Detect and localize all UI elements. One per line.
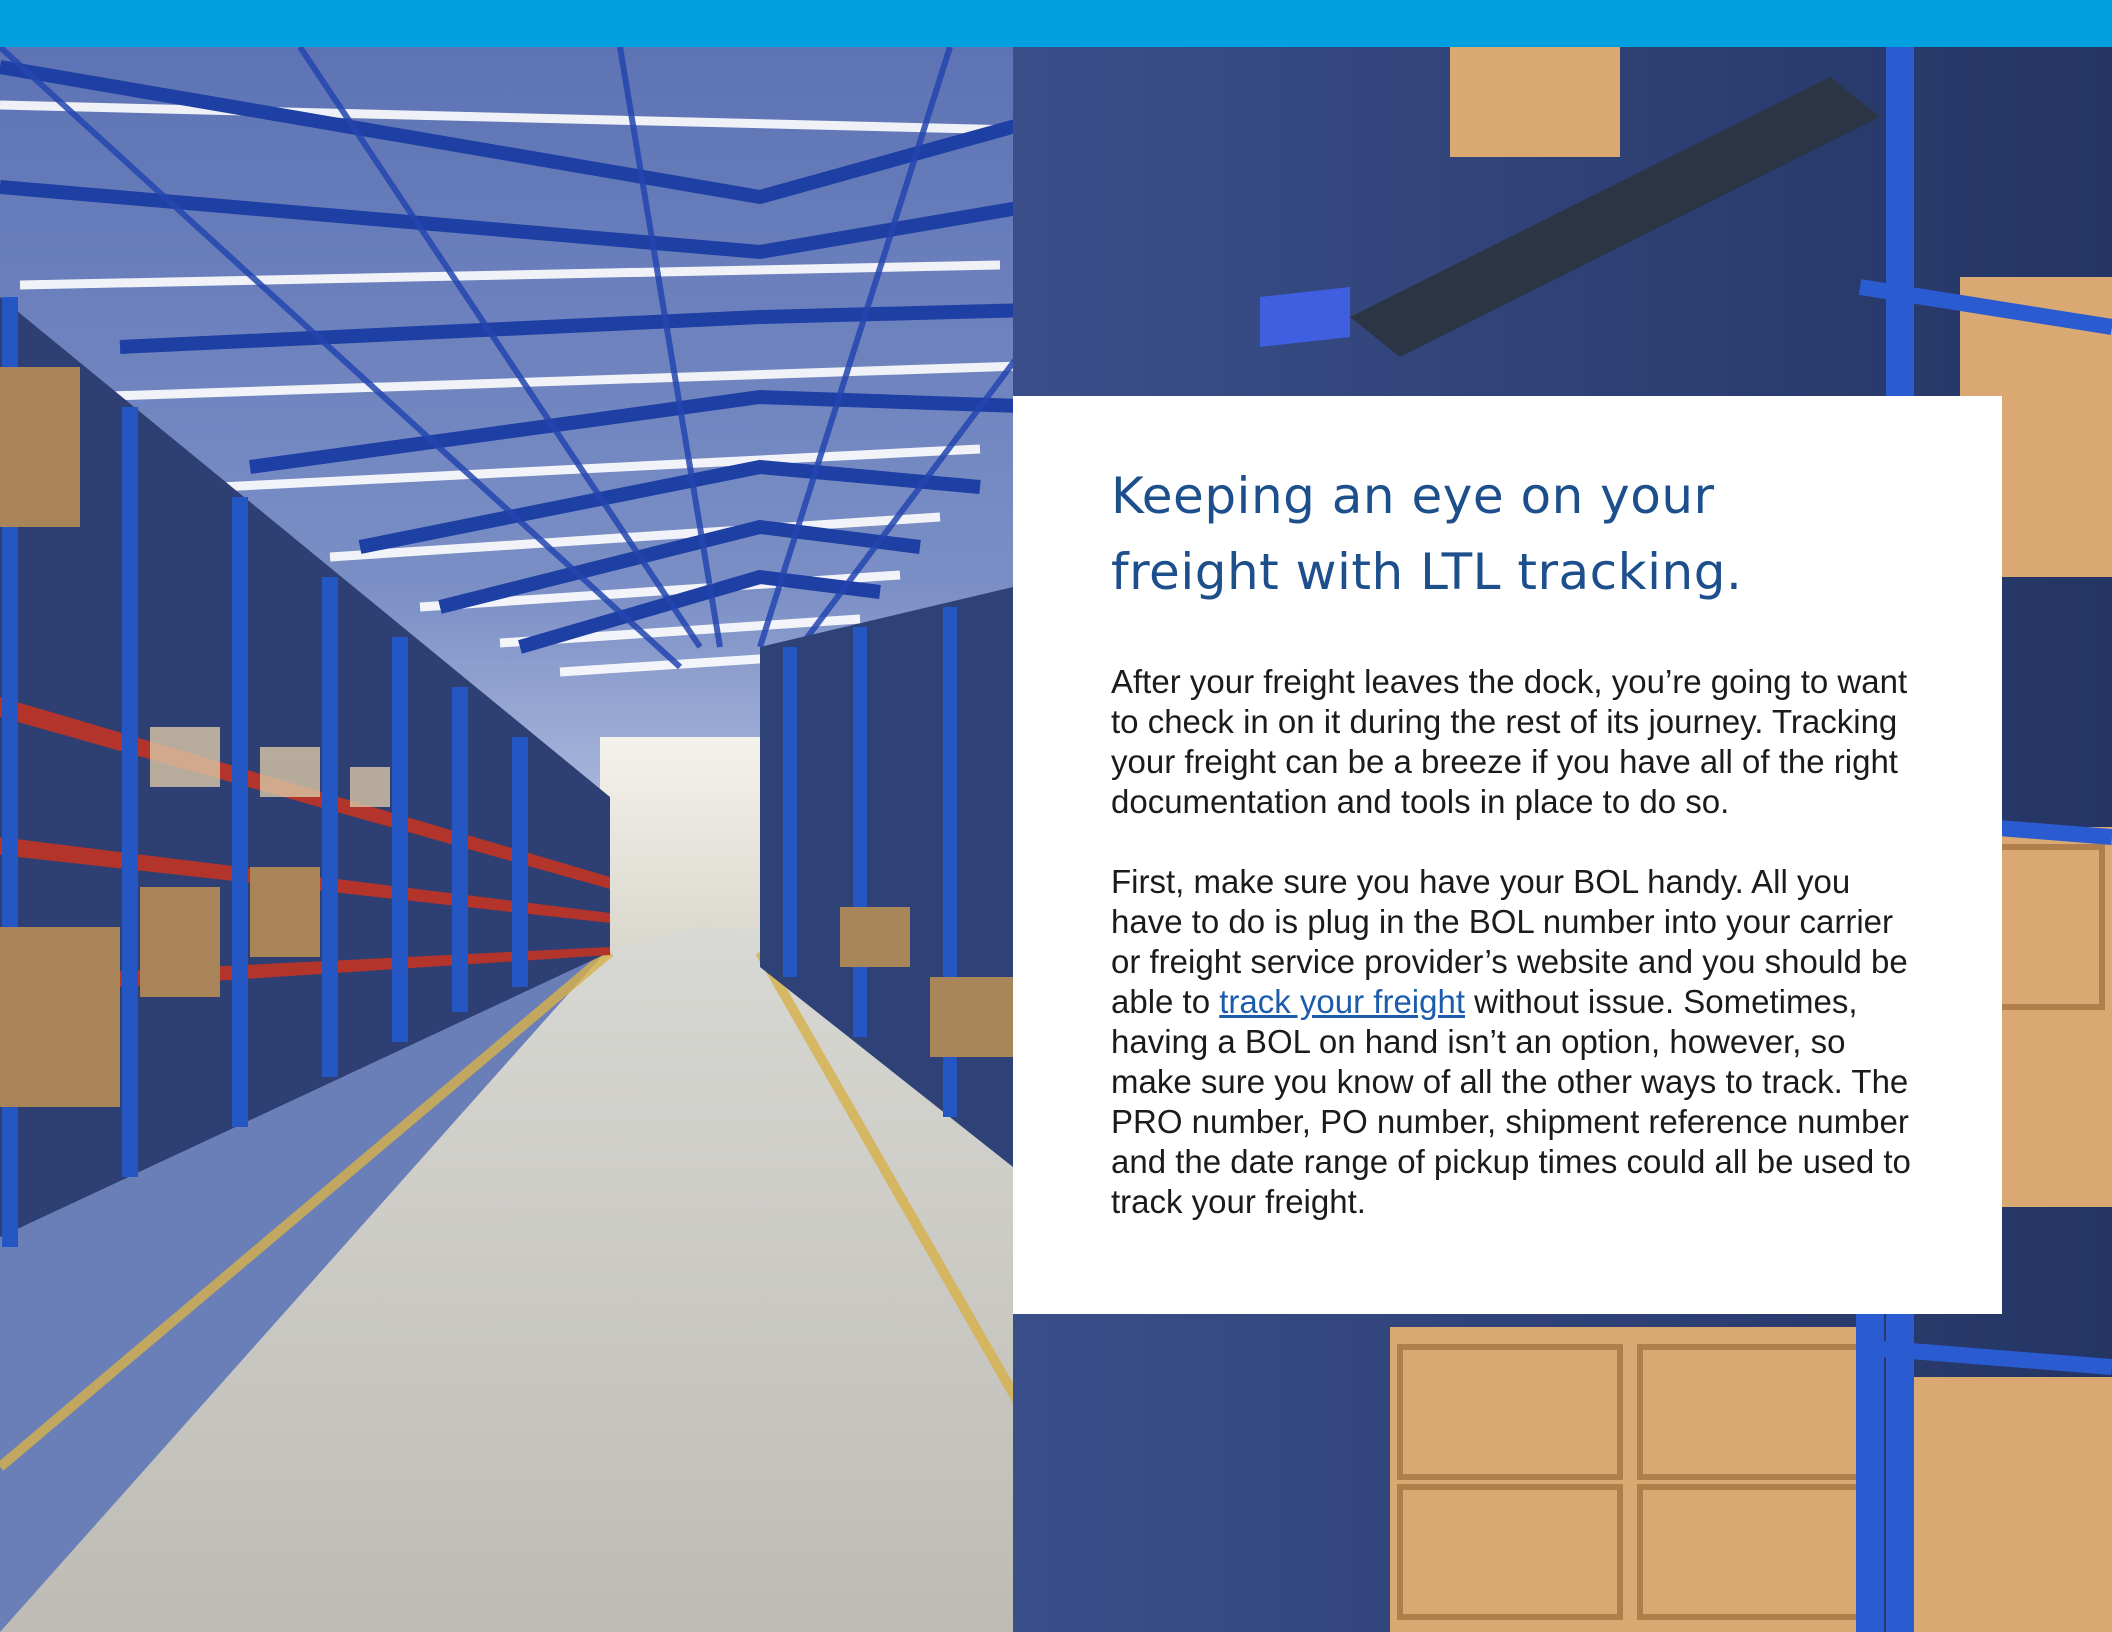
track-your-freight-link[interactable]: track your freight: [1219, 983, 1465, 1020]
article-card: Keeping an eye on your freight with LTL …: [1013, 396, 2002, 1314]
top-accent-bar: [0, 0, 2112, 47]
article-paragraph-2: First, make sure you have your BOL handy…: [1111, 862, 1922, 1222]
article-title-line-1: Keeping an eye on your: [1111, 467, 1715, 525]
article-title-line-2: freight with LTL tracking.: [1111, 543, 1743, 601]
article-paragraph-1: After your freight leaves the dock, you’…: [1111, 663, 1908, 820]
page: Keeping an eye on your freight with LTL …: [0, 0, 2112, 1632]
article-title: Keeping an eye on your freight with LTL …: [1111, 458, 1922, 610]
